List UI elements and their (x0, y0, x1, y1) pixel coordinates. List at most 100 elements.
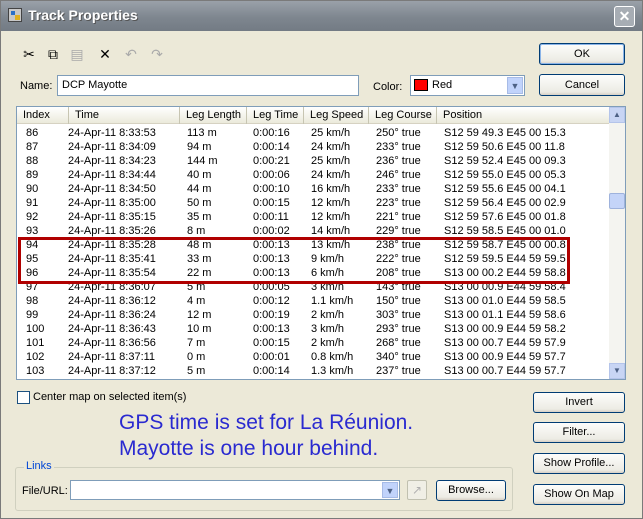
delete-icon[interactable]: ✕ (96, 45, 114, 63)
cell-time: 24-Apr-11 8:36:24 (68, 309, 156, 321)
cell-time: 24-Apr-11 8:36:12 (68, 295, 156, 307)
cancel-button[interactable]: Cancel (539, 74, 625, 96)
cell-leg-speed: 16 km/h (311, 183, 351, 195)
cell-index: 99 (26, 309, 39, 321)
table-row[interactable]: 88 24-Apr-11 8:34:23 144 m 0:00:21 25 km/h 23… (17, 154, 609, 168)
scroll-down-icon[interactable]: ▼ (609, 363, 625, 379)
cell-position: S13 00 01.1 E44 59 58.6 (444, 309, 566, 321)
table-row[interactable]: 89 24-Apr-11 8:34:44 40 m 0:00:06 24 km/h 246… (17, 168, 609, 182)
table-row[interactable]: 87 24-Apr-11 8:34:09 94 m 0:00:14 24 km/h 233… (17, 140, 609, 154)
cell-leg-course: 223° true (376, 197, 421, 209)
cell-position: S13 00 00.9 E44 59 57.7 (444, 351, 566, 363)
cell-leg-time: 0:00:12 (253, 295, 290, 307)
name-field[interactable]: DCP Mayotte (57, 75, 359, 96)
column-header-index[interactable]: Index (17, 107, 69, 124)
vertical-scrollbar[interactable]: ▲ ▼ (609, 107, 625, 379)
undo-icon[interactable]: ↶ (122, 45, 140, 63)
cell-leg-length: 35 m (187, 211, 212, 223)
cut-icon[interactable]: ✂ (20, 45, 38, 63)
column-header-leg-time[interactable]: Leg Time (247, 107, 304, 124)
color-select[interactable]: Red ▼ (410, 75, 525, 96)
cell-leg-time: 0:00:10 (253, 183, 290, 195)
scroll-up-icon[interactable]: ▲ (609, 107, 625, 123)
cell-position: S12 59 55.0 E45 00 05.3 (444, 169, 566, 181)
file-url-input[interactable]: ▼ (70, 480, 400, 500)
cell-leg-course: 293° true (376, 323, 421, 335)
open-link-icon[interactable]: ↗ (407, 480, 427, 500)
cell-position: S13 00 00.9 E44 59 58.2 (444, 323, 566, 335)
cell-time: 24-Apr-11 8:34:50 (68, 183, 156, 195)
show-profile-button[interactable]: Show Profile... (533, 453, 625, 474)
table-row[interactable]: 98 24-Apr-11 8:36:12 4 m 0:00:12 1.1 km/h 150… (17, 294, 609, 308)
chevron-down-icon[interactable]: ▼ (382, 482, 398, 498)
cell-index: 101 (26, 337, 45, 349)
cell-position: S12 59 50.6 E45 00 11.8 (444, 141, 565, 153)
cell-leg-course: 233° true (376, 183, 421, 195)
show-on-map-button[interactable]: Show On Map (533, 484, 625, 505)
cell-leg-speed: 1.3 km/h (311, 365, 354, 377)
table-row[interactable]: 91 24-Apr-11 8:35:00 50 m 0:00:15 12 km/h 223… (17, 196, 609, 210)
chevron-down-icon[interactable]: ▼ (507, 77, 523, 94)
cell-leg-speed: 14 km/h (311, 225, 351, 237)
cell-leg-length: 0 m (187, 351, 206, 363)
cell-time: 24-Apr-11 8:37:12 (68, 365, 156, 377)
cell-leg-time: 0:00:15 (253, 197, 290, 209)
cell-leg-course: 303° true (376, 309, 421, 321)
cell-leg-length: 8 m (187, 225, 206, 237)
table-row[interactable]: 86 24-Apr-11 8:33:53 113 m 0:00:16 25 km/h 25… (17, 126, 609, 140)
center-map-checkbox[interactable] (17, 391, 30, 404)
table-row[interactable]: 100 24-Apr-11 8:36:43 10 m 0:00:13 3 km/h 293… (17, 322, 609, 336)
cell-position: S13 00 00.7 E44 59 57.7 (444, 365, 566, 377)
invert-button-label: Invert (565, 396, 593, 408)
cell-time: 24-Apr-11 8:34:44 (68, 169, 156, 181)
cell-time: 24-Apr-11 8:34:09 (68, 141, 156, 153)
cell-leg-time: 0:00:16 (253, 127, 290, 139)
center-map-label[interactable]: Center map on selected item(s) (33, 391, 186, 403)
cell-leg-time: 0:00:01 (253, 351, 290, 363)
filter-button[interactable]: Filter... (533, 422, 625, 443)
window-title: Track Properties (28, 7, 138, 23)
invert-button[interactable]: Invert (533, 392, 625, 413)
cancel-button-label: Cancel (564, 79, 600, 91)
table-row[interactable]: 90 24-Apr-11 8:34:50 44 m 0:00:10 16 km/h 233… (17, 182, 609, 196)
cell-time: 24-Apr-11 8:33:53 (68, 127, 156, 139)
track-properties-dialog: Track Properties ✕ ✂ ⧉ ▤ ✕ ↶ ↷ OK Cancel… (0, 0, 643, 519)
cell-leg-speed: 2 km/h (311, 309, 345, 321)
cell-leg-speed: 12 km/h (311, 211, 351, 223)
table-row[interactable]: 93 24-Apr-11 8:35:26 8 m 0:00:02 14 km/h 229°… (17, 224, 609, 238)
column-header-position[interactable]: Position (437, 107, 609, 124)
table-row[interactable]: 102 24-Apr-11 8:37:11 0 m 0:00:01 0.8 km/h 34… (17, 350, 609, 364)
browse-button[interactable]: Browse... (436, 480, 506, 501)
cell-leg-course: 246° true (376, 169, 421, 181)
scrollbar-thumb[interactable] (609, 193, 625, 209)
cell-leg-time: 0:00:14 (253, 365, 290, 377)
cell-leg-speed: 25 km/h (311, 127, 351, 139)
cell-leg-speed: 0.8 km/h (311, 351, 354, 363)
cell-leg-course: 250° true (376, 127, 421, 139)
redo-icon[interactable]: ↷ (148, 45, 166, 63)
column-header-leg-speed[interactable]: Leg Speed (304, 107, 369, 124)
cell-leg-speed: 24 km/h (311, 141, 351, 153)
cell-leg-time: 0:00:02 (253, 225, 290, 237)
cell-leg-time: 0:00:14 (253, 141, 290, 153)
cell-time: 24-Apr-11 8:35:26 (68, 225, 156, 237)
cell-time: 24-Apr-11 8:34:23 (68, 155, 156, 167)
cell-leg-speed: 2 km/h (311, 337, 345, 349)
cell-leg-length: 113 m (187, 127, 217, 139)
column-header-leg-course[interactable]: Leg Course (369, 107, 437, 124)
table-row[interactable]: 103 24-Apr-11 8:37:12 5 m 0:00:14 1.3 km/h 23… (17, 364, 609, 378)
table-row[interactable]: 99 24-Apr-11 8:36:24 12 m 0:00:19 2 km/h 303°… (17, 308, 609, 322)
table-row[interactable]: 101 24-Apr-11 8:36:56 7 m 0:00:15 2 km/h 268°… (17, 336, 609, 350)
ok-button[interactable]: OK (539, 43, 625, 65)
close-button[interactable]: ✕ (614, 6, 635, 27)
column-header-time[interactable]: Time (69, 107, 180, 124)
copy-icon[interactable]: ⧉ (44, 45, 62, 63)
column-header-leg-length[interactable]: Leg Length (180, 107, 247, 124)
cell-leg-course: 236° true (376, 155, 421, 167)
paste-icon[interactable]: ▤ (68, 45, 86, 63)
table-row[interactable]: 92 24-Apr-11 8:35:15 35 m 0:00:11 12 km/h 221… (17, 210, 609, 224)
cell-leg-length: 7 m (187, 337, 206, 349)
cell-position: S12 59 49.3 E45 00 15.3 (444, 127, 566, 139)
cell-position: S12 59 58.5 E45 00 01.0 (444, 225, 566, 237)
file-url-label: File/URL: (22, 485, 68, 497)
